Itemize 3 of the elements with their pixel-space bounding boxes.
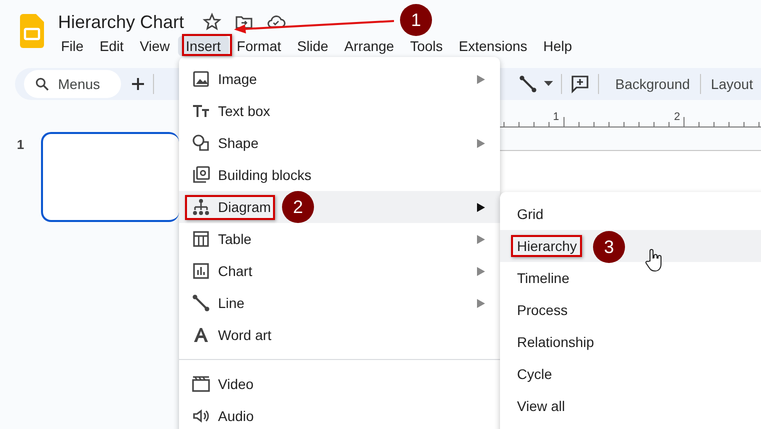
ruler-label: 1: [553, 111, 560, 123]
ruler-label: 2: [674, 111, 680, 123]
slide-number: 1: [16, 137, 26, 152]
